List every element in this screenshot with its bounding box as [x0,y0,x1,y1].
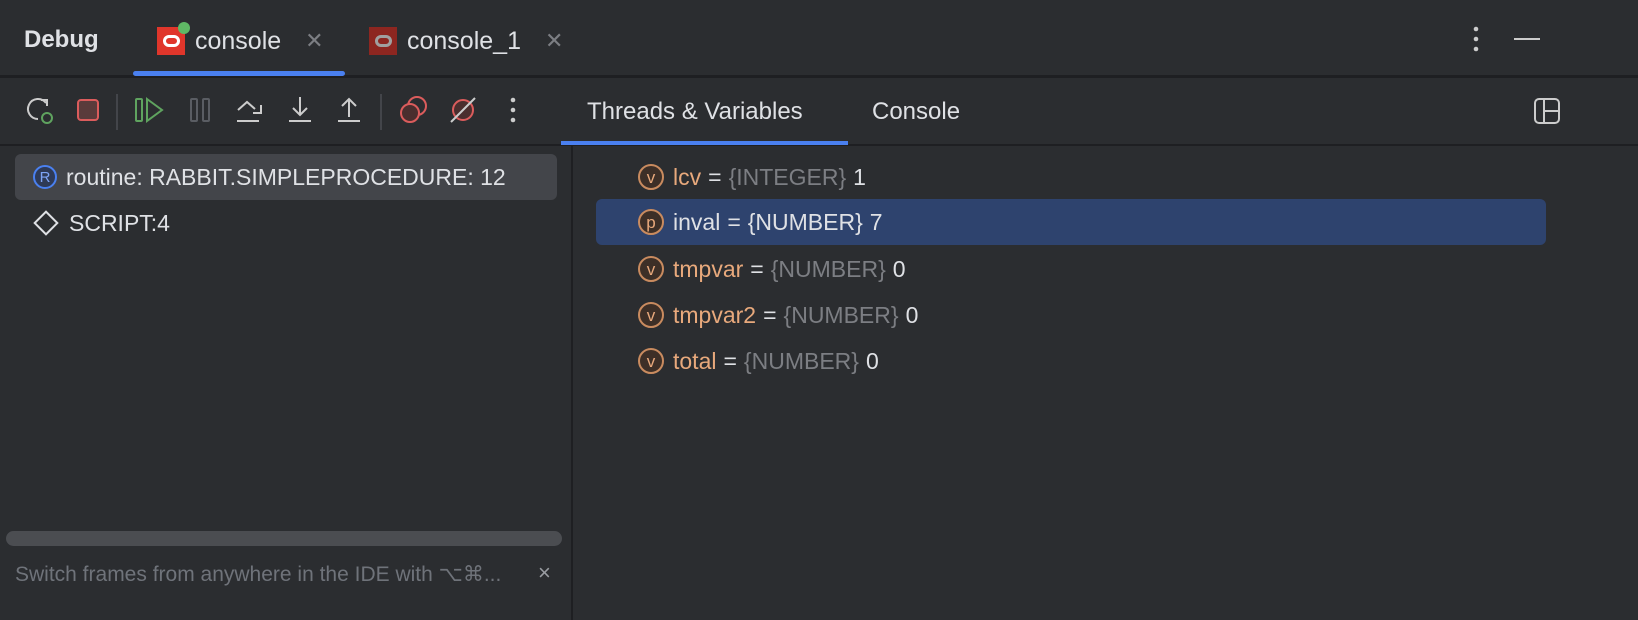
more-actions-icon[interactable] [498,95,528,125]
rerun-debug-icon[interactable] [24,95,54,125]
minimize-icon[interactable] [1514,38,1540,40]
variable-name: tmpvar2 [673,301,757,328]
frame-item[interactable]: SCRIPT:4 [15,200,557,246]
step-out-icon[interactable] [334,95,364,125]
variable-type: {NUMBER} [743,347,859,374]
tab-label: console_1 [407,26,521,55]
tab-threads-variables[interactable]: Threads & Variables [587,98,803,126]
toolbar-divider [380,94,382,130]
variable-name: lcv [673,163,702,190]
variable-type: {INTEGER} [728,163,847,190]
variable-type: {NUMBER} [783,301,899,328]
tab-console-1[interactable]: console_1 ✕ [369,24,563,58]
variable-value: 0 [865,347,879,374]
step-over-icon[interactable] [235,95,265,125]
tab-console[interactable]: console ✕ [157,22,324,58]
toolbar-divider [116,94,118,130]
panel-splitter[interactable] [571,146,573,620]
close-tab-icon[interactable]: ✕ [545,28,563,54]
tab-console-output[interactable]: Console [872,98,960,126]
variable-row[interactable]: p inval = {NUMBER} 7 [596,199,1546,245]
variable-icon: v [638,302,664,328]
variable-value: 0 [905,301,919,328]
pause-icon[interactable] [186,95,216,125]
variable-icon: v [638,164,664,190]
frame-label: routine: RABBIT.SIMPLEPROCEDURE: 12 [66,163,506,190]
variable-row[interactable]: v lcv = {INTEGER} 1 [596,154,1546,200]
active-tab-indicator [561,141,848,145]
frame-label: SCRIPT:4 [69,209,170,236]
variable-row[interactable]: v tmpvar = {NUMBER} 0 [596,246,1546,292]
variable-icon: v [638,348,664,374]
variable-name: tmpvar [673,255,744,282]
resume-icon[interactable] [134,95,164,125]
variable-value: 0 [892,255,906,282]
active-tab-indicator [133,71,345,76]
variable-row[interactable]: v total = {NUMBER} 0 [596,338,1546,384]
equals-sign: = [750,255,764,282]
routine-icon: R [33,165,57,189]
equals-sign: = [723,347,737,374]
tab-label: console [195,26,282,55]
variable-name: inval [673,208,721,235]
step-into-icon[interactable] [285,95,315,125]
more-options-icon[interactable] [1466,24,1486,54]
parameter-icon: p [638,209,664,235]
oracle-db-icon [369,27,397,55]
hint-text: Switch frames from anywhere in the IDE w… [15,563,502,586]
variable-type: {NUMBER} [770,255,886,282]
mute-breakpoints-icon[interactable] [447,95,477,125]
oracle-db-icon [157,22,190,55]
layout-settings-icon[interactable] [1534,98,1560,124]
variable-name: total [673,347,717,374]
variable-value: 1 [853,163,866,190]
close-hint-icon[interactable]: × [538,560,551,586]
horizontal-scrollbar[interactable] [6,531,562,546]
equals-sign: = [763,301,777,328]
view-breakpoints-icon[interactable] [398,95,428,125]
equals-sign: = [727,208,741,235]
variable-icon: v [638,256,664,282]
script-icon [33,210,59,236]
variable-value: 7 [869,208,883,235]
stop-icon[interactable] [73,95,103,125]
close-tab-icon[interactable]: ✕ [305,28,323,54]
variable-type: {NUMBER} [747,208,863,235]
tool-window-title: Debug [24,26,99,53]
frame-item[interactable]: R routine: RABBIT.SIMPLEPROCEDURE: 12 [15,154,557,200]
equals-sign: = [708,163,722,190]
variable-row[interactable]: v tmpvar2 = {NUMBER} 0 [596,292,1546,338]
